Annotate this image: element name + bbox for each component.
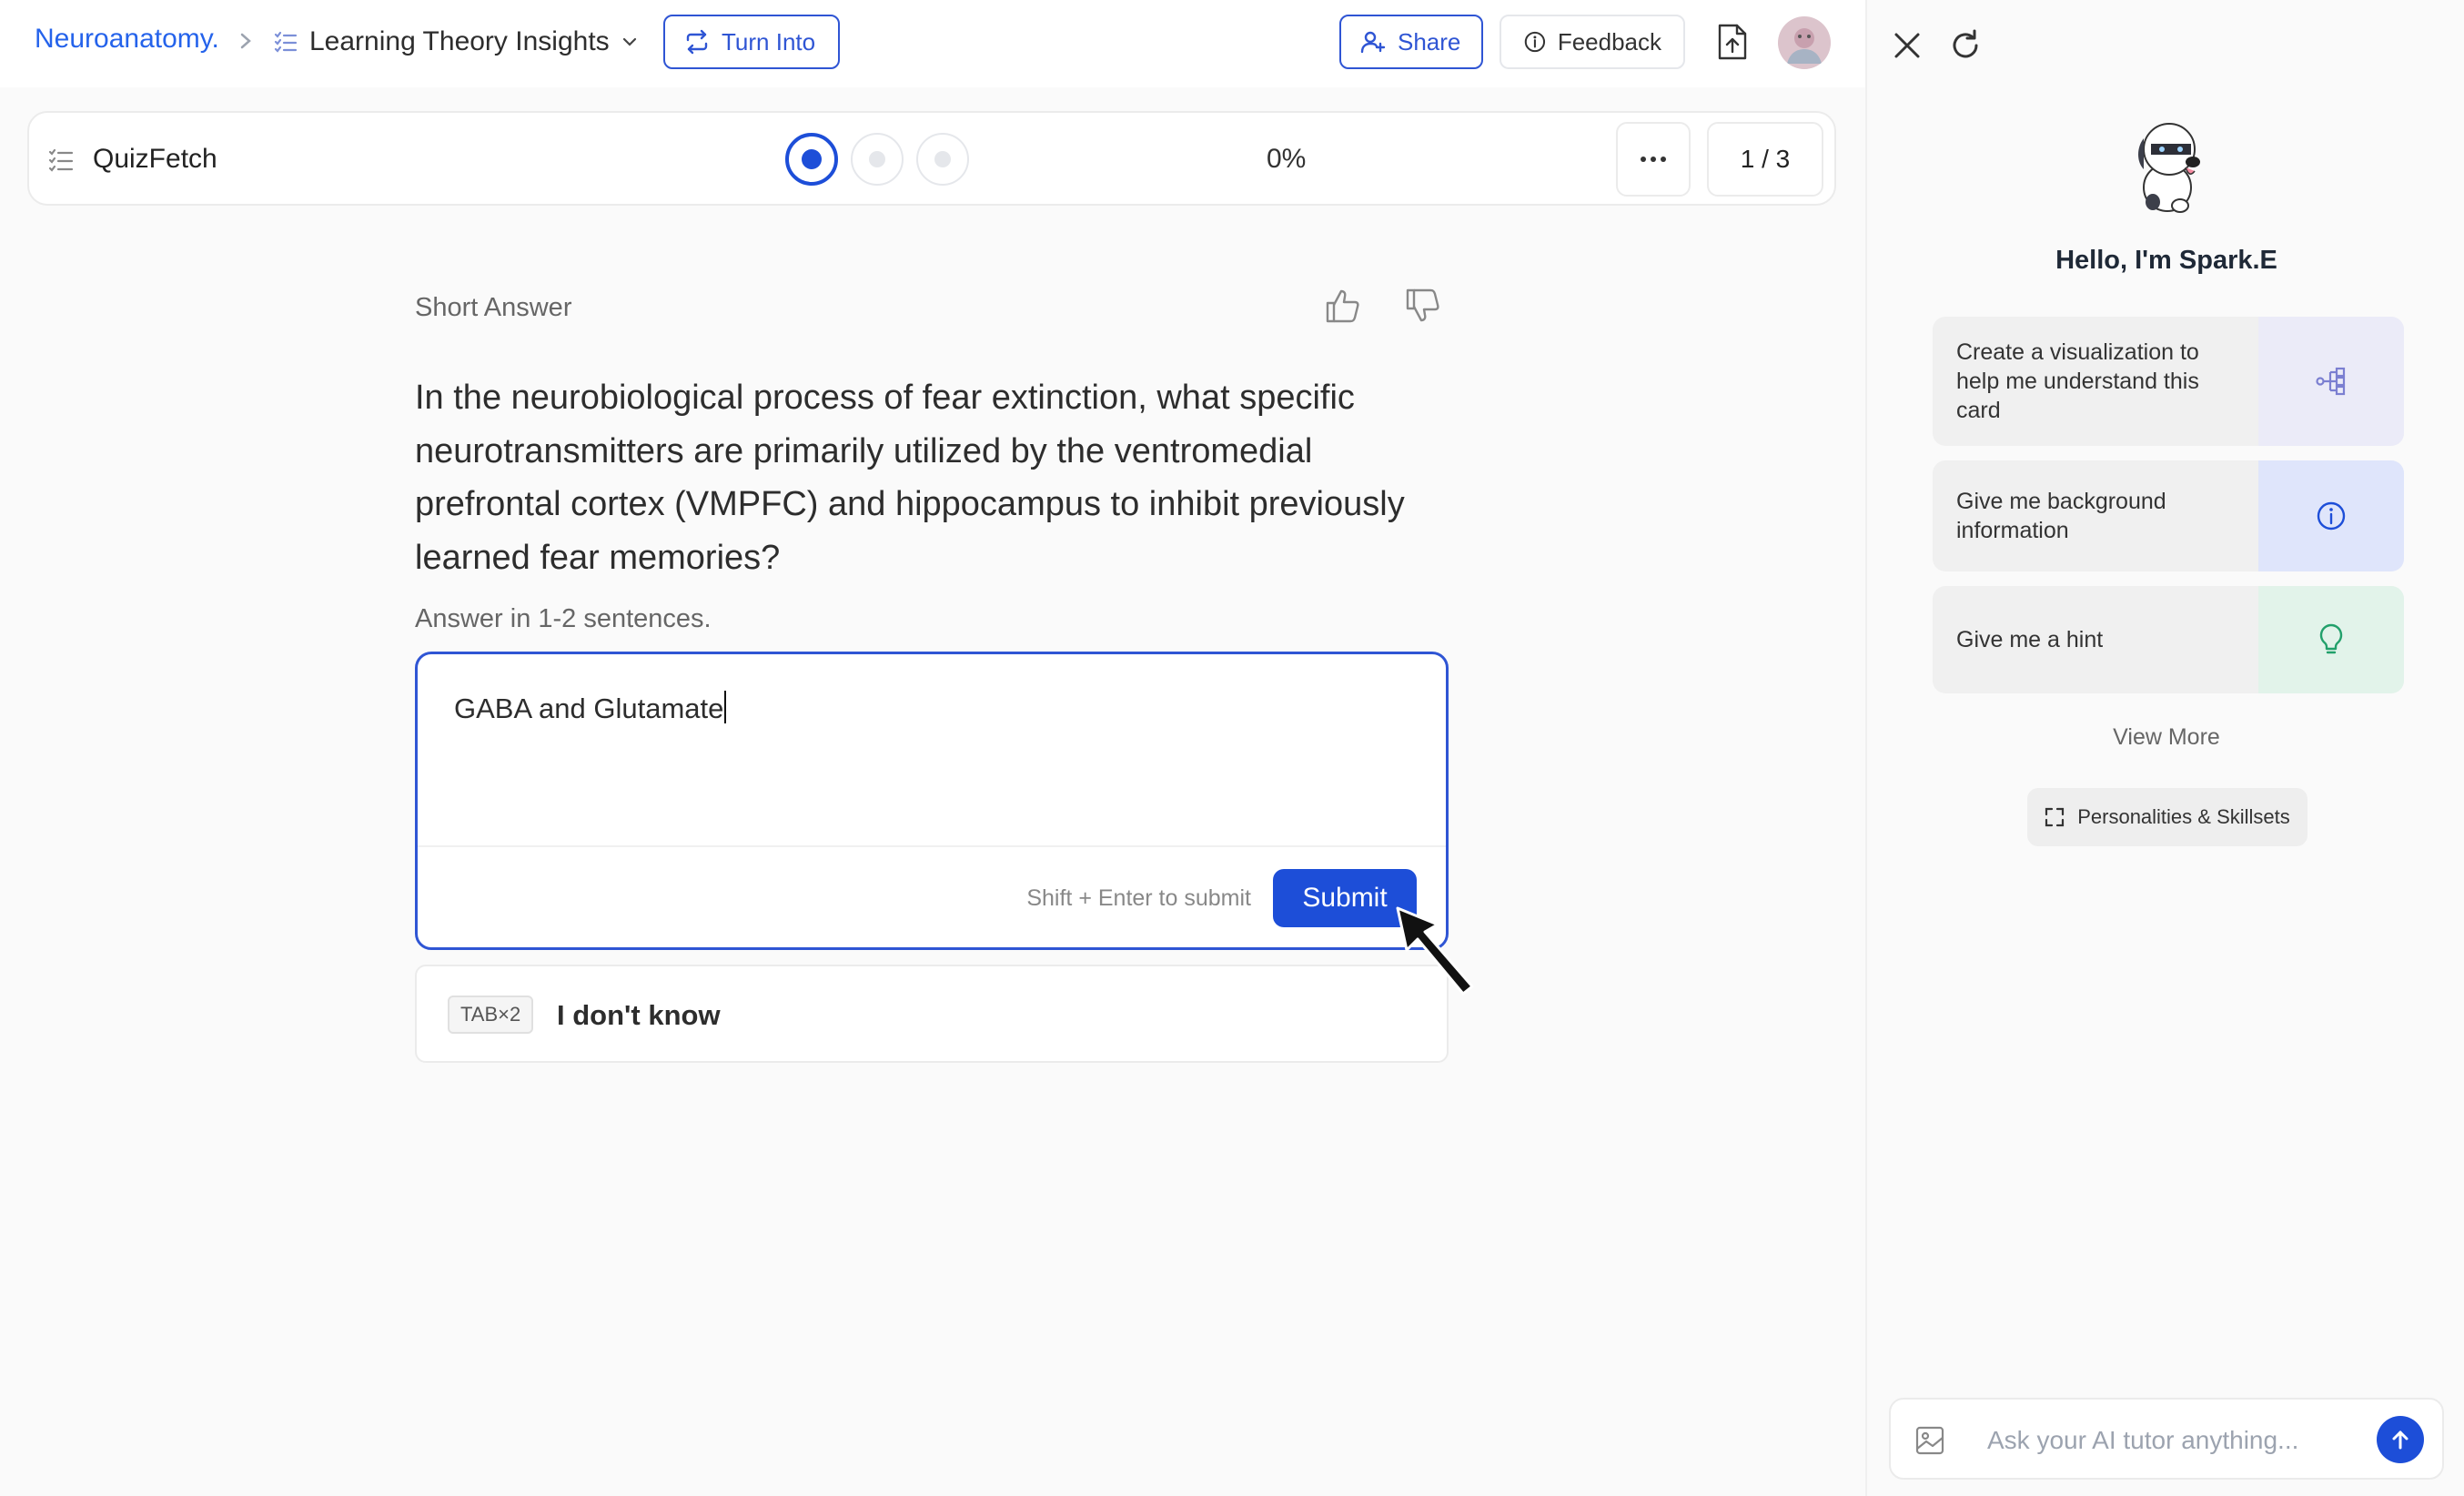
suggestion-icon-area xyxy=(2258,317,2404,446)
mouse-cursor-icon xyxy=(1396,906,1474,996)
feedback-label: Feedback xyxy=(1557,27,1661,56)
share-label: Share xyxy=(1398,27,1461,56)
image-upload-icon[interactable] xyxy=(1914,1425,1945,1456)
dont-know-label: I don't know xyxy=(557,999,721,1031)
user-avatar[interactable] xyxy=(1778,16,1831,69)
answer-value: GABA and Glutamate xyxy=(454,692,724,724)
page-title-dropdown[interactable]: Learning Theory Insights xyxy=(273,22,639,62)
lightbulb-icon xyxy=(2319,623,2343,654)
suggestion-label: Create a visualization to help me unders… xyxy=(1956,339,2199,423)
avatar-icon xyxy=(1778,16,1831,69)
top-bar: Neuroanatomy. Learning Theory Insights T… xyxy=(0,0,1865,87)
feedback-button[interactable]: Feedback xyxy=(1500,15,1685,69)
expand-icon xyxy=(2045,807,2065,827)
question-type: Short Answer xyxy=(415,293,572,322)
turn-into-button[interactable]: Turn Into xyxy=(663,15,840,69)
refresh-icon[interactable] xyxy=(1947,27,1984,64)
question-dot-1[interactable] xyxy=(785,133,838,186)
arrow-up-icon xyxy=(2392,1430,2408,1450)
more-options-button[interactable] xyxy=(1616,122,1691,197)
checklist-icon xyxy=(274,31,298,53)
file-upload-icon xyxy=(1718,24,1747,60)
repeat-icon xyxy=(686,29,708,55)
ellipsis-icon xyxy=(1641,157,1666,162)
suggestion-background-info[interactable]: Give me background information xyxy=(1933,460,2404,571)
progress-percent: 0% xyxy=(1267,144,1307,174)
answer-text-wrap[interactable]: GABA and Glutamate xyxy=(454,691,727,725)
info-icon xyxy=(2317,501,2346,531)
question-dot-3[interactable] xyxy=(916,133,969,186)
dont-know-button[interactable]: TAB×2 I don't know xyxy=(415,965,1449,1063)
suggestion-label: Give me a hint xyxy=(1956,627,2104,652)
diagram-icon xyxy=(2316,367,2346,396)
page-title: Learning Theory Insights xyxy=(309,26,610,56)
chat-input-box xyxy=(1889,1398,2444,1480)
thumbs-down-icon[interactable] xyxy=(1403,286,1443,326)
chevron-down-icon xyxy=(622,37,636,46)
question-counter: 1 / 3 xyxy=(1707,122,1823,197)
breadcrumb-root-link[interactable]: Neuroanatomy. xyxy=(35,24,219,55)
checklist-icon xyxy=(48,148,74,172)
question-text: In the neurobiological process of fear e… xyxy=(415,379,1405,577)
personalities-label: Personalities & Skillsets xyxy=(2077,805,2290,828)
quiz-header: QuizFetch 0% 1 / 3 xyxy=(27,111,1836,206)
export-button[interactable] xyxy=(1714,22,1751,62)
question-dot-2[interactable] xyxy=(851,133,904,186)
personalities-skillsets-button[interactable]: Personalities & Skillsets xyxy=(2027,788,2307,846)
suggestion-icon-area xyxy=(2258,460,2404,571)
ai-tutor-panel: Hello, I'm Spark.E Create a visualizatio… xyxy=(1865,0,2464,1496)
answer-field[interactable]: GABA and Glutamate Shift + Enter to subm… xyxy=(415,652,1449,950)
view-more-link[interactable]: View More xyxy=(1867,724,2464,751)
assistant-greeting: Hello, I'm Spark.E xyxy=(2055,246,2277,275)
suggestion-icon-area xyxy=(2258,586,2404,693)
spark-mascot-icon xyxy=(2138,123,2200,213)
suggestion-visualization[interactable]: Create a visualization to help me unders… xyxy=(1933,317,2404,446)
close-icon[interactable] xyxy=(1891,29,1924,62)
thumbs-up-icon[interactable] xyxy=(1323,286,1363,326)
suggestion-label: Give me background information xyxy=(1956,489,2166,543)
text-caret xyxy=(724,691,727,723)
keyboard-shortcut-badge: TAB×2 xyxy=(448,996,534,1034)
answer-instructions: Answer in 1-2 sentences. xyxy=(415,604,712,633)
send-button[interactable] xyxy=(2377,1416,2424,1463)
add-user-icon xyxy=(1360,31,1386,54)
chat-input[interactable] xyxy=(1987,1418,2342,1463)
quiz-title: QuizFetch xyxy=(93,144,217,174)
suggestion-hint[interactable]: Give me a hint xyxy=(1933,586,2404,693)
divider xyxy=(418,845,1446,847)
info-icon xyxy=(1524,31,1546,53)
submit-shortcut-hint: Shift + Enter to submit xyxy=(1026,885,1251,911)
turn-into-label: Turn Into xyxy=(722,27,816,56)
chevron-right-icon xyxy=(240,33,251,49)
share-button[interactable]: Share xyxy=(1339,15,1483,69)
